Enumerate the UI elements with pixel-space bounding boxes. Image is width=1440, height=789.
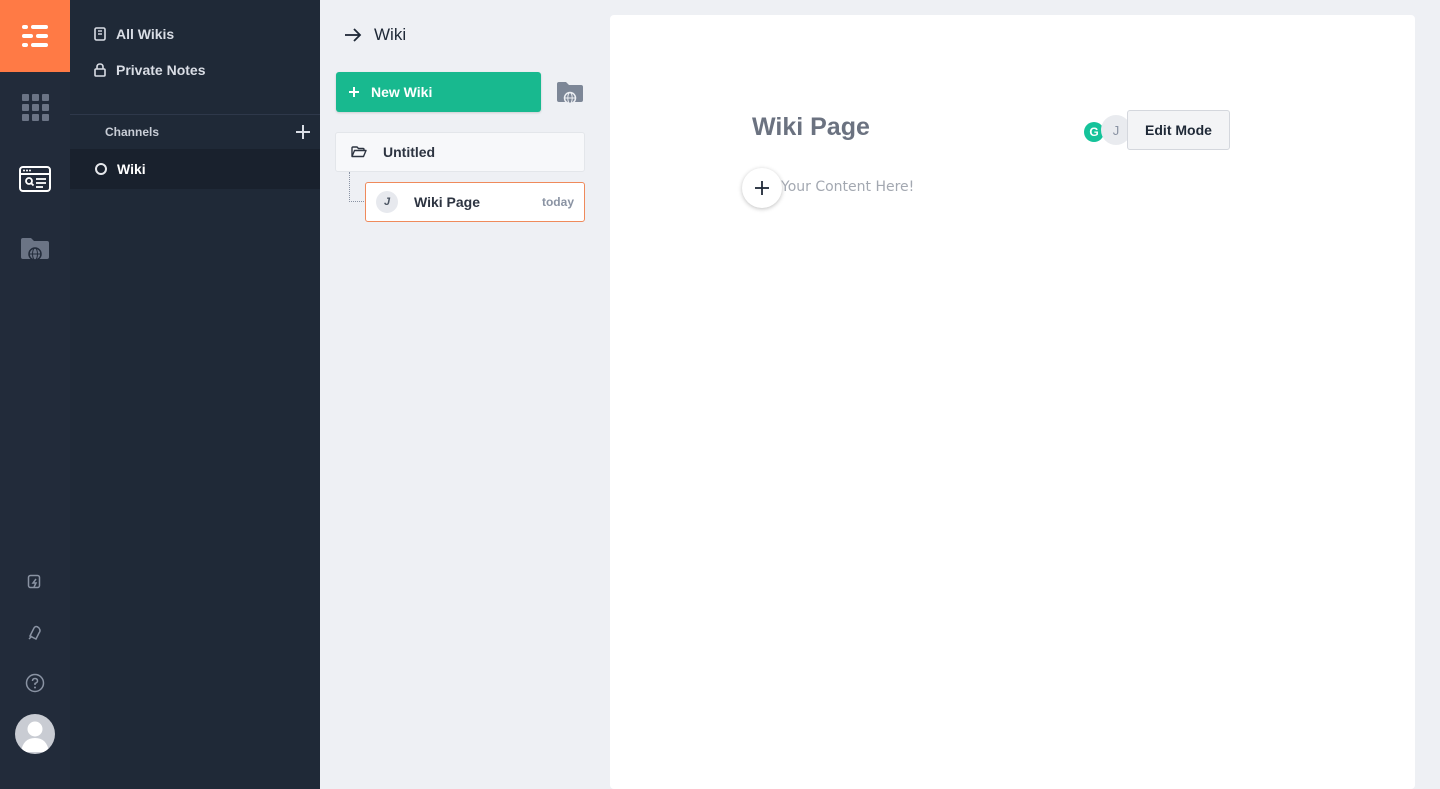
sidebar-item-label: All Wikis — [116, 26, 175, 42]
channels-header: Channels — [105, 121, 310, 143]
globe-folder-icon — [557, 82, 583, 105]
whats-new-button[interactable] — [0, 557, 70, 607]
shared-folder-button[interactable] — [0, 224, 70, 274]
tree-connector — [349, 172, 350, 202]
edit-mode-button[interactable]: Edit Mode — [1127, 110, 1230, 150]
sidebar-item-private-notes[interactable]: Private Notes — [94, 58, 205, 82]
notifications-button[interactable] — [0, 608, 70, 658]
globe-folder-icon — [21, 238, 49, 261]
app-logo[interactable] — [0, 0, 70, 72]
panel-header: Wiki — [344, 24, 406, 46]
folder-item-untitled[interactable]: Untitled — [335, 132, 585, 172]
app-rail — [0, 0, 70, 789]
lightning-note-icon — [27, 574, 41, 589]
user-silhouette-icon — [21, 721, 49, 752]
channel-label: Wiki — [117, 161, 146, 177]
arrow-right-icon[interactable] — [344, 27, 362, 43]
add-block-button[interactable] — [742, 168, 782, 208]
page-title: Wiki Page — [414, 194, 481, 210]
sidebar-item-all-wikis[interactable]: All Wikis — [94, 22, 174, 46]
channel-status-icon — [95, 163, 107, 175]
channel-item-wiki[interactable]: Wiki — [70, 149, 320, 189]
sidebar: All Wikis Private Notes Channels Wiki — [70, 0, 320, 789]
help-button[interactable] — [0, 658, 70, 708]
add-channel-icon[interactable] — [296, 125, 310, 139]
editor-panel: Wiki Page G J Edit Mode Your Content Her… — [610, 15, 1415, 789]
book-icon — [94, 27, 106, 41]
new-wiki-label: New Wiki — [371, 84, 433, 100]
sidebar-item-label: Private Notes — [116, 62, 206, 78]
sidebar-divider — [70, 114, 320, 115]
help-icon — [25, 673, 45, 693]
wiki-tree-panel: Wiki New Wiki Untitled J Wiki Page today — [320, 0, 600, 789]
new-wiki-button[interactable]: New Wiki — [336, 72, 541, 112]
channels-heading: Channels — [105, 125, 160, 139]
page-date: today — [541, 195, 574, 209]
document-title[interactable]: Wiki Page — [752, 113, 870, 142]
logo-icon — [22, 25, 48, 47]
tree-connector — [349, 201, 364, 202]
wiki-browser-icon — [19, 166, 51, 192]
grid-icon — [21, 93, 49, 121]
apps-grid-button[interactable] — [0, 82, 70, 132]
shared-folder-toggle[interactable] — [556, 80, 584, 106]
user-avatar[interactable] — [15, 714, 55, 754]
bell-icon — [28, 625, 41, 641]
panel-title: Wiki — [374, 25, 407, 44]
plus-icon — [755, 181, 769, 195]
page-item-wiki-page[interactable]: J Wiki Page today — [365, 182, 585, 222]
lock-icon — [94, 63, 106, 77]
folder-label: Untitled — [383, 144, 436, 160]
content-placeholder[interactable]: Your Content Here! — [781, 179, 914, 195]
plus-icon — [349, 87, 359, 97]
wiki-app-button[interactable] — [0, 154, 70, 204]
folder-open-icon — [351, 146, 367, 158]
page-author-avatar: J — [376, 191, 398, 213]
